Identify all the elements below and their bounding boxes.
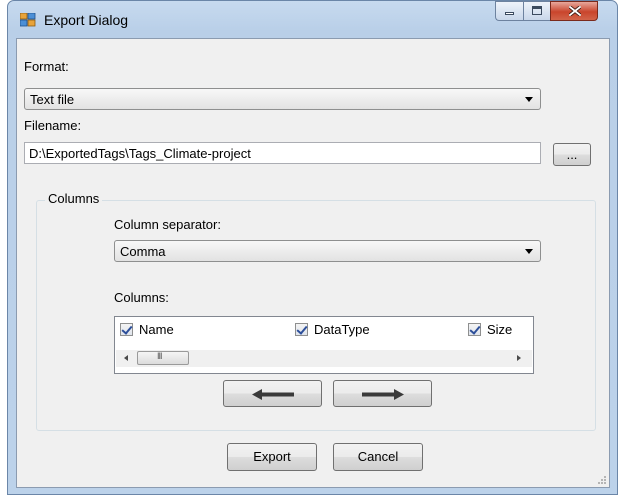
app-window-icon (20, 13, 36, 27)
cancel-button[interactable]: Cancel (333, 443, 423, 471)
column-name-checkbox[interactable] (120, 323, 133, 336)
minimize-button[interactable] (495, 1, 523, 21)
arrow-right-icon (362, 389, 404, 400)
close-button[interactable] (550, 1, 598, 21)
scroll-right-icon[interactable] (517, 355, 521, 361)
column-size-checkbox[interactable] (468, 323, 481, 336)
browse-button[interactable]: ... (553, 143, 591, 166)
column-datatype-label: DataType (314, 322, 370, 337)
column-name-label: Name (139, 322, 174, 337)
move-left-button[interactable] (223, 380, 322, 407)
filename-field[interactable] (24, 142, 541, 164)
chevron-down-icon (525, 97, 533, 102)
title-bar[interactable]: Export Dialog (8, 1, 617, 37)
export-button[interactable]: Export (227, 443, 317, 471)
column-separator-selected-value: Comma (120, 244, 166, 259)
dialog-client-area: Format: Text file Filename: ... Columns … (16, 38, 610, 488)
columns-listview[interactable]: Name DataType Size III (114, 316, 534, 374)
columns-group-title: Columns (45, 191, 103, 206)
window-title: Export Dialog (44, 12, 129, 28)
column-separator-label: Column separator: (114, 217, 221, 232)
export-dialog-window: Export Dialog Format: Text file Filename… (7, 0, 618, 495)
format-label: Format: (24, 59, 69, 74)
column-separator-dropdown[interactable]: Comma (114, 240, 541, 262)
filename-label: Filename: (24, 118, 82, 133)
scrollbar-thumb[interactable]: III (137, 351, 189, 365)
columns-list-label: Columns: (114, 290, 169, 305)
maximize-icon (532, 6, 542, 15)
resize-grip-icon[interactable] (596, 474, 606, 484)
column-size-label: Size (487, 322, 513, 337)
column-datatype-checkbox[interactable] (295, 323, 308, 336)
close-icon (569, 6, 581, 16)
arrow-left-icon (252, 389, 294, 400)
format-selected-value: Text file (30, 92, 75, 107)
scrollbar-grip: III (157, 351, 162, 361)
format-dropdown[interactable]: Text file (24, 88, 541, 110)
filename-input[interactable] (25, 143, 540, 163)
maximize-button[interactable] (523, 1, 550, 21)
chevron-down-icon (525, 249, 533, 254)
scroll-left-icon[interactable] (124, 355, 128, 361)
move-right-button[interactable] (333, 380, 432, 407)
horizontal-scrollbar[interactable]: III (116, 350, 532, 367)
minimize-icon (505, 12, 514, 15)
